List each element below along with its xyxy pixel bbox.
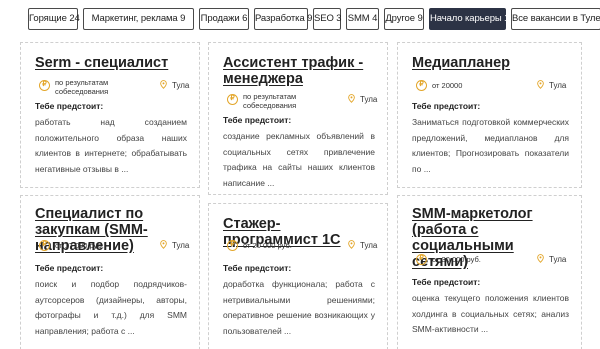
- map-pin-icon: [348, 240, 355, 249]
- tab-seo[interactable]: SEO 3: [313, 8, 342, 30]
- vacancy-city: Тула: [360, 241, 378, 250]
- vacancy-description: Заниматься подготовкой коммерческих пред…: [412, 117, 569, 174]
- tab-marketing[interactable]: Маркетинг, реклама 9: [83, 8, 194, 30]
- ahead-label: Тебе предстоит:: [412, 101, 481, 111]
- vacancy-salary: от 20000: [432, 81, 463, 90]
- vacancy-salary: по результатам собеседования: [243, 92, 297, 110]
- vacancy-card[interactable]: Стажер-программист 1С ₽ от 20 000 руб. Т…: [208, 203, 388, 349]
- vacancy-title[interactable]: Ассистент трафик - менеджера: [223, 55, 375, 87]
- vacancy-salary: от 17 000 руб.: [55, 241, 104, 250]
- tab-all-vacancies[interactable]: Все вакансии в Туле 37: [511, 8, 600, 30]
- map-pin-icon: [160, 240, 167, 249]
- tab-hot[interactable]: Горящие 24: [28, 8, 80, 30]
- vacancy-card[interactable]: Специалист по закупкам (SMM-направление)…: [20, 195, 200, 349]
- vacancy-city: Тула: [172, 81, 190, 90]
- vacancy-description: оценка текущего положения клиентов холди…: [412, 293, 569, 334]
- ruble-coin-icon: ₽: [416, 254, 427, 265]
- tab-development[interactable]: Разработка 9: [254, 8, 312, 30]
- tab-smm[interactable]: SMM 4: [346, 8, 379, 30]
- vacancy-card[interactable]: Ассистент трафик - менеджера ₽ по резуль…: [208, 42, 388, 195]
- tab-career-start[interactable]: Начало карьеры 10: [429, 8, 515, 30]
- tab-other[interactable]: Другое 9: [384, 8, 424, 30]
- vacancy-title[interactable]: Serm - специалист: [35, 55, 187, 71]
- vacancy-description: поиск и подбор подрядчиков-аутсорсеров (…: [35, 279, 187, 336]
- ahead-label: Тебе предстоит:: [35, 263, 104, 273]
- vacancy-description: работать над созданием положительного об…: [35, 117, 187, 174]
- ruble-coin-icon: ₽: [227, 94, 238, 105]
- ruble-coin-icon: ₽: [39, 80, 50, 91]
- vacancy-salary: по результатам собеседования: [55, 78, 109, 96]
- ruble-coin-icon: ₽: [416, 80, 427, 91]
- tab-sales[interactable]: Продажи 6: [199, 8, 249, 30]
- ahead-label: Тебе предстоит:: [35, 101, 104, 111]
- vacancy-city: Тула: [360, 95, 378, 104]
- vacancy-card[interactable]: Serm - специалист ₽ по результатам собес…: [20, 42, 200, 188]
- vacancy-card[interactable]: SMM-маркетолог (работа с социальными сет…: [397, 195, 582, 349]
- ahead-label: Тебе предстоит:: [412, 277, 481, 287]
- vacancy-salary: от 30 000 руб.: [432, 255, 481, 264]
- ruble-coin-icon: ₽: [39, 240, 50, 251]
- ruble-coin-icon: ₽: [227, 240, 238, 251]
- vacancy-city: Тула: [549, 81, 567, 90]
- vacancy-description: создание рекламных объявлений в социальн…: [223, 131, 375, 188]
- vacancy-description: доработка функционала; работа с нетривиа…: [223, 279, 375, 336]
- ahead-label: Тебе предстоит:: [223, 263, 292, 273]
- ahead-label: Тебе предстоит:: [223, 115, 292, 125]
- vacancy-card[interactable]: Медиапланер ₽ от 20000 Тула Тебе предсто…: [397, 42, 582, 188]
- map-pin-icon: [537, 254, 544, 263]
- vacancy-title[interactable]: Медиапланер: [412, 55, 569, 71]
- vacancy-city: Тула: [172, 241, 190, 250]
- map-pin-icon: [160, 80, 167, 89]
- map-pin-icon: [537, 80, 544, 89]
- vacancy-city: Тула: [549, 255, 567, 264]
- vacancy-salary: от 20 000 руб.: [243, 241, 292, 250]
- map-pin-icon: [348, 94, 355, 103]
